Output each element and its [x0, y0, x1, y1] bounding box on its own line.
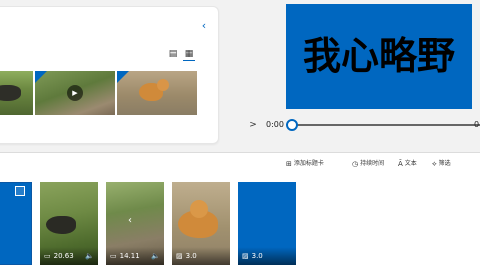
detail-view-icon[interactable]: ▤	[167, 47, 179, 61]
add-title-card-button[interactable]: ⊞ 添加标题卡	[286, 158, 324, 170]
storyboard-card-nature-video[interactable]: ‹ ▭ 14.11 🔈	[106, 182, 164, 265]
grid-view-icon[interactable]: ▦	[183, 47, 195, 61]
divider	[0, 152, 480, 153]
project-library-panel: ‹ ▤ ▦ ▶	[0, 6, 219, 144]
seek-bar[interactable]	[292, 124, 480, 126]
duration-value: 14.11	[119, 252, 140, 260]
seek-thumb[interactable]	[286, 119, 298, 131]
text-label: 文本	[404, 160, 417, 167]
previous-icon[interactable]: ‹	[124, 214, 136, 228]
storyboard-card-dog-photo[interactable]: ▨ 3.0	[172, 182, 230, 265]
text-button[interactable]: Ā 文本	[398, 158, 417, 170]
library-media-dog-photo[interactable]	[117, 71, 197, 115]
storyboard-card-bird-video[interactable]: ▭ 20.63 🔈	[40, 182, 98, 265]
volume-icon[interactable]: 🔈	[85, 252, 94, 261]
duration-value: 20.63	[53, 252, 74, 260]
duration-label: 持续时间	[360, 160, 385, 167]
bird-image	[46, 216, 76, 234]
card-duration: ▭ 14.11	[110, 252, 140, 261]
end-time: 0	[474, 120, 480, 129]
storyboard-card-blue-photo[interactable]: ▨ 3.0	[238, 182, 296, 265]
preview-title-text: 我心略野	[302, 34, 455, 78]
collapse-library-icon[interactable]: ‹	[198, 19, 210, 33]
text-icon: Ā	[398, 160, 403, 168]
used-in-project-badge	[117, 71, 129, 83]
dog-head-image	[157, 79, 169, 91]
duration-button[interactable]: ◷ 持续时间	[352, 158, 384, 170]
filters-label: 筛选	[438, 160, 451, 167]
bird-image	[0, 85, 21, 101]
filters-button[interactable]: ⟡ 筛选	[432, 158, 451, 170]
library-media-nature-video[interactable]: ▶	[35, 71, 115, 115]
play-icon: ▶	[67, 85, 83, 101]
dog-head-image	[190, 200, 208, 218]
filter-icon: ⟡	[432, 160, 437, 168]
image-icon: ▨	[242, 252, 249, 260]
select-checkbox[interactable]	[15, 186, 25, 196]
duration-value: 3.0	[185, 252, 197, 260]
image-icon: ▨	[176, 252, 183, 260]
video-icon: ▭	[110, 252, 117, 260]
video-icon: ▭	[44, 252, 51, 260]
video-preview: 我心略野	[286, 4, 472, 109]
title-card-icon: ⊞	[286, 160, 292, 168]
play-button[interactable]: >	[248, 119, 258, 131]
volume-icon[interactable]: 🔈	[151, 252, 160, 261]
current-time: 0:00	[266, 120, 284, 129]
duration-value: 3.0	[251, 252, 263, 260]
library-media-bird-video[interactable]	[0, 71, 33, 115]
card-duration: ▨ 3.0	[242, 252, 263, 261]
card-duration: ▭ 20.63	[44, 252, 74, 261]
clock-icon: ◷	[352, 160, 359, 168]
storyboard-card-title[interactable]	[0, 182, 32, 265]
card-duration: ▨ 3.0	[176, 252, 197, 261]
add-title-card-label: 添加标题卡	[293, 160, 324, 167]
used-in-project-badge	[35, 71, 47, 83]
